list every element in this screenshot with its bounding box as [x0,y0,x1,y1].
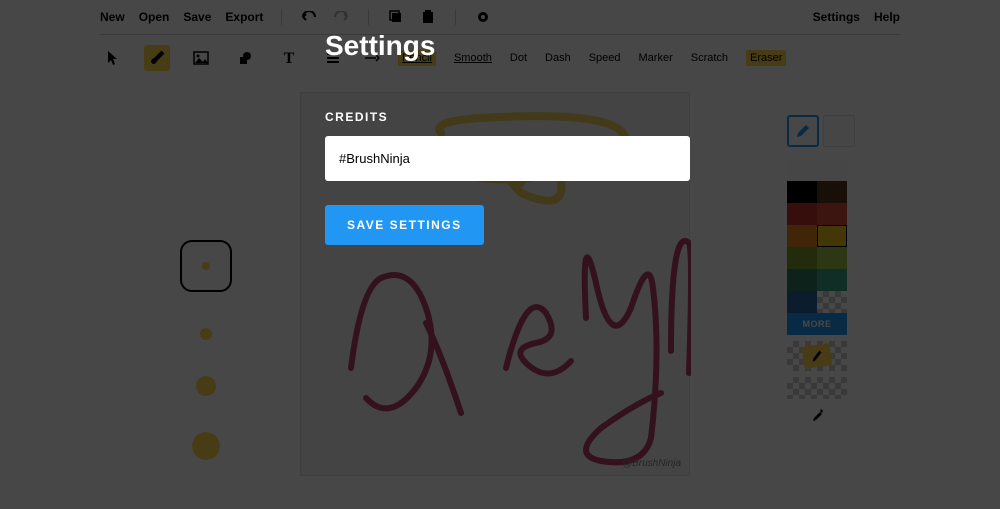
credits-label: CREDITS [325,110,695,124]
modal-overlay[interactable]: Settings CREDITS SAVE SETTINGS [0,0,1000,509]
save-settings-button[interactable]: SAVE SETTINGS [325,205,484,245]
settings-modal: Settings CREDITS SAVE SETTINGS [325,30,695,245]
credits-input[interactable] [325,136,690,181]
modal-title: Settings [325,30,695,62]
